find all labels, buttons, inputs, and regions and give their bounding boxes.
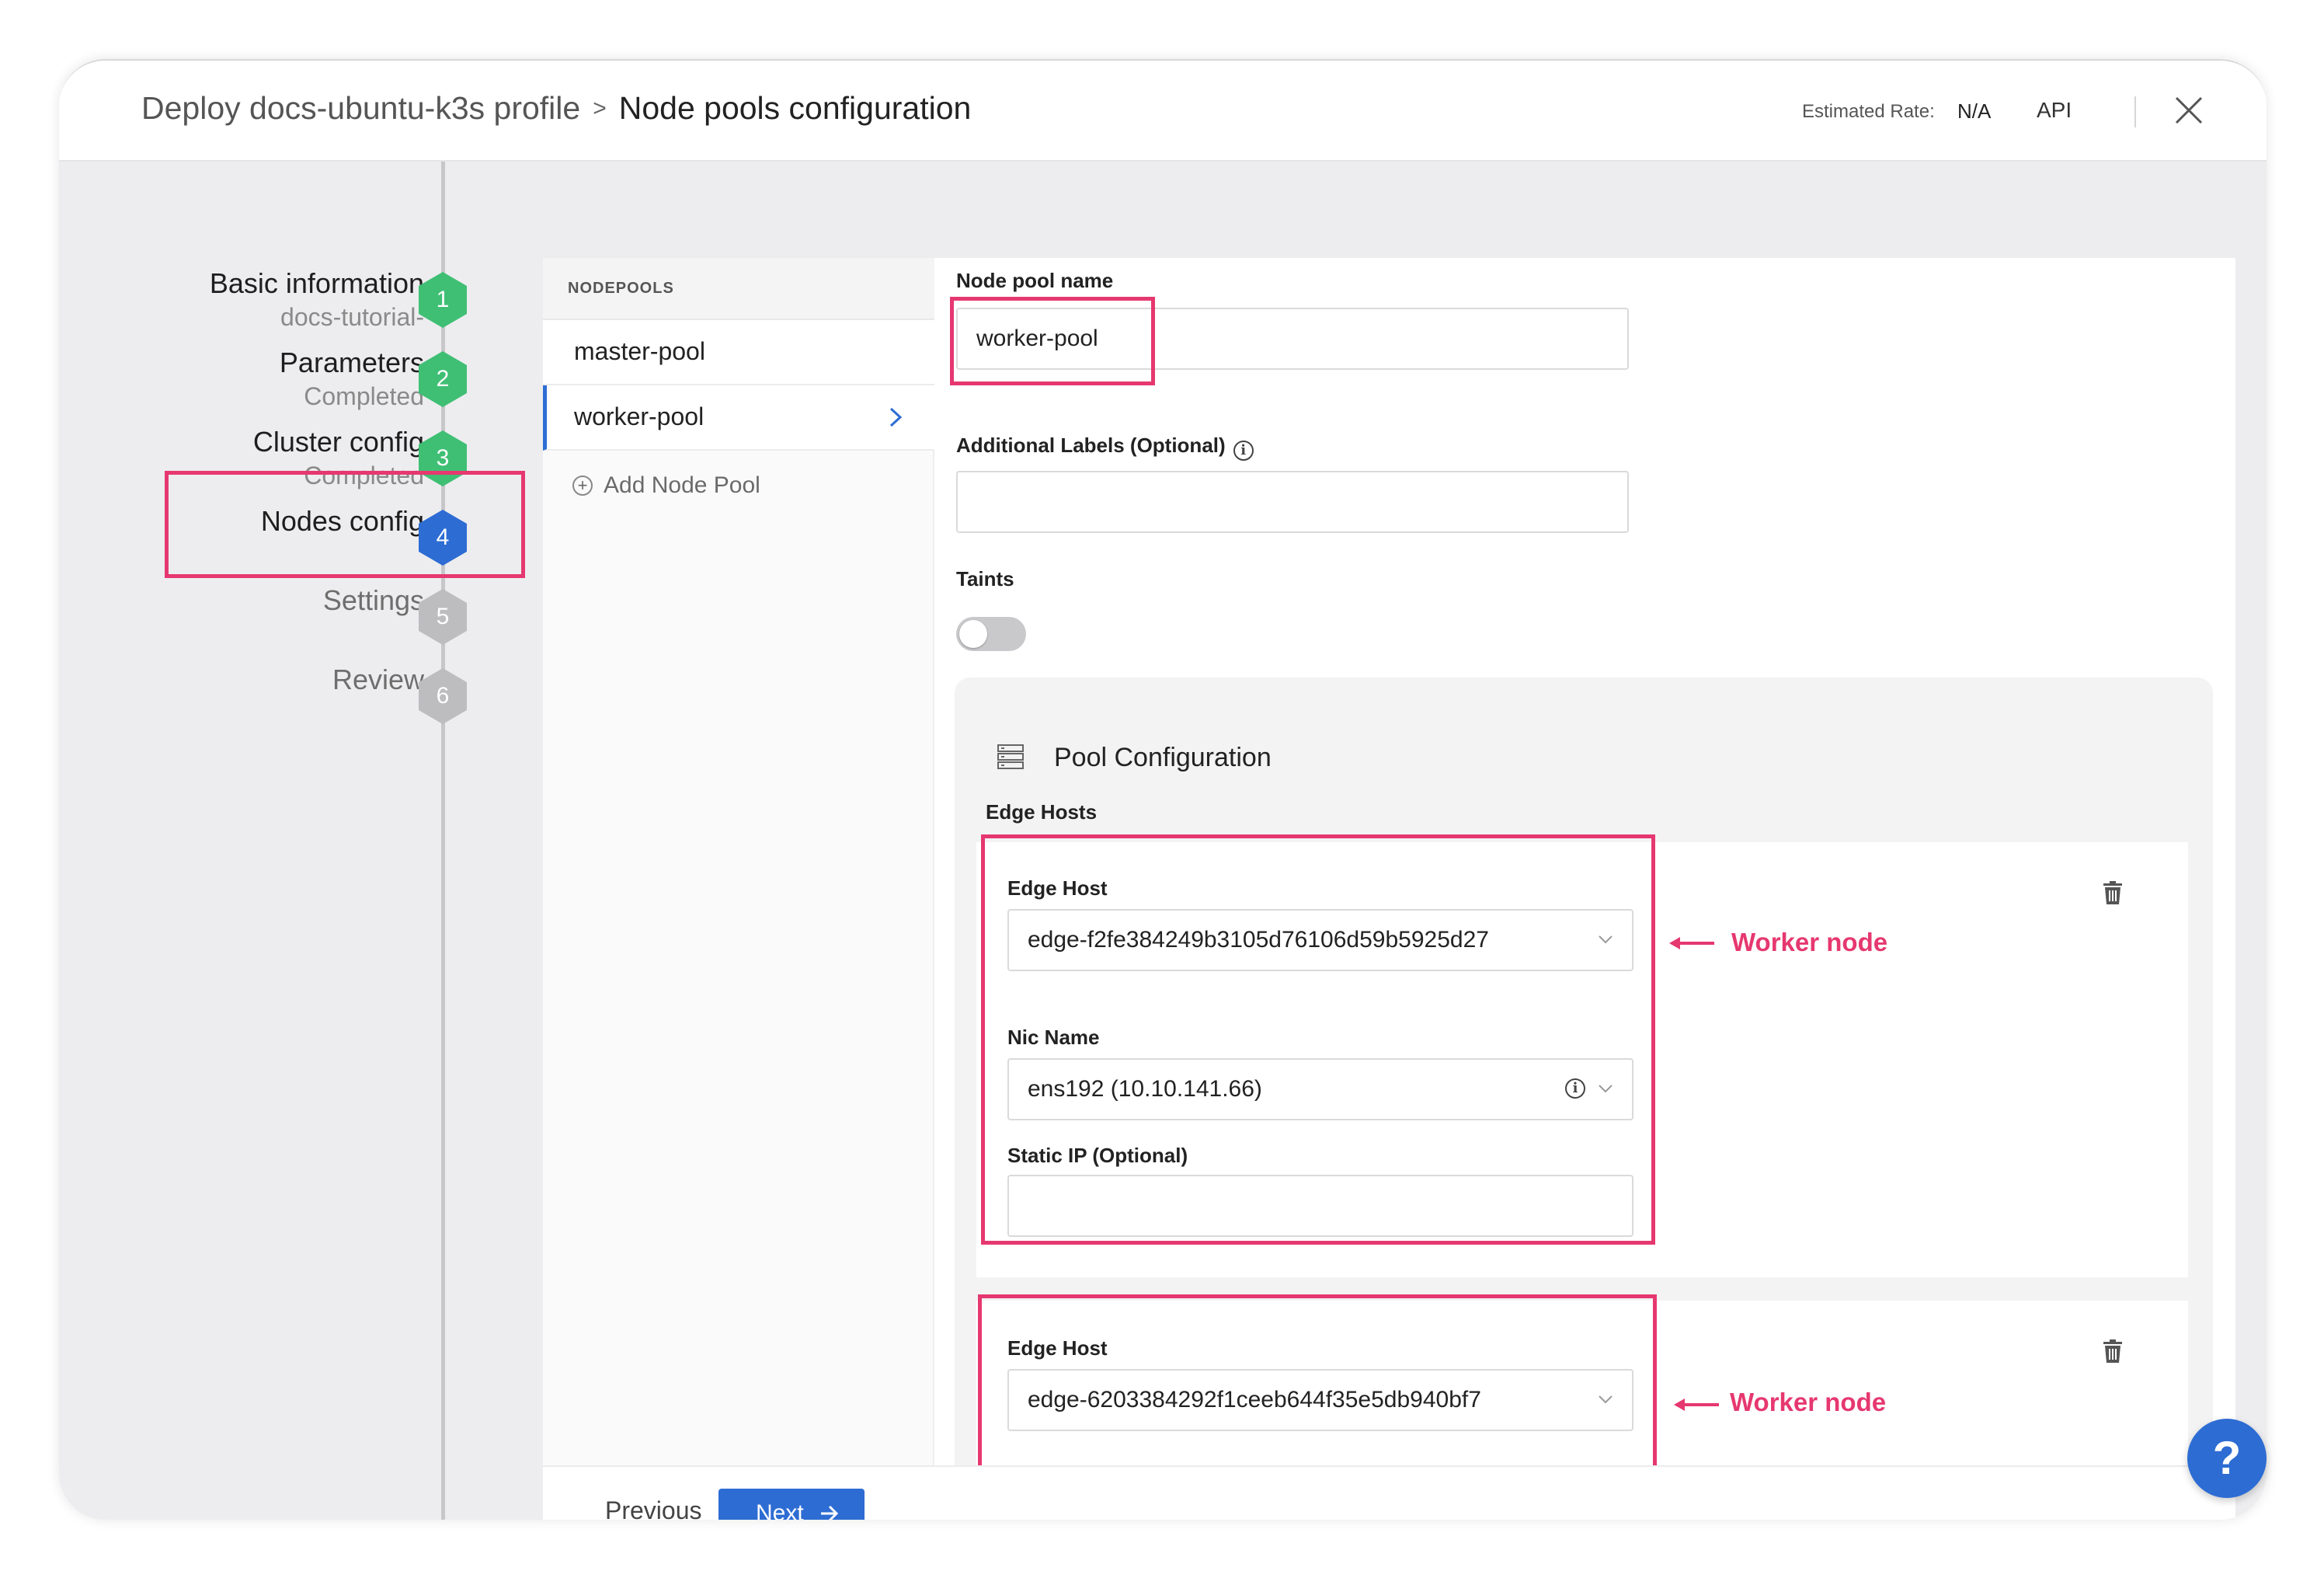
pool-configuration-title: Pool Configuration — [1054, 743, 1272, 772]
worker-node-highlight — [981, 834, 1655, 1245]
add-node-pool-label: Add Node Pool — [604, 472, 760, 498]
nodepool-item-master-pool[interactable]: master-pool — [543, 320, 934, 385]
breadcrumb-separator: > — [593, 96, 607, 121]
worker-node-highlight — [978, 1294, 1657, 1475]
additional-labels-label: Additional Labels (Optional) i — [956, 434, 1254, 461]
page-title: Node pools configuration — [618, 90, 972, 126]
trash-icon[interactable] — [2103, 881, 2123, 904]
pool-configuration-panel: Pool Configuration Edge Hosts Edge Host … — [955, 678, 2213, 1475]
next-button[interactable]: Next — [718, 1489, 865, 1520]
step-title: Review — [332, 664, 424, 695]
nodepools-heading: NODEPOOLS — [543, 258, 934, 320]
arrow-left-icon — [1669, 937, 1714, 949]
taints-label: Taints — [956, 567, 1014, 590]
step-badge: 5 — [419, 589, 467, 645]
worker-node-annotation: Worker node — [1730, 1388, 1887, 1416]
nodes-config-card: NODEPOOLS master-pool worker-pool + Add N… — [543, 258, 2235, 1520]
step-subtitle: Completed — [304, 382, 424, 410]
estimated-rate-value: N/A — [1957, 99, 1992, 123]
worker-node-annotation: Worker node — [1731, 928, 1888, 956]
taints-toggle[interactable] — [956, 617, 1026, 651]
additional-labels-input[interactable] — [956, 471, 1629, 533]
header-divider — [2134, 96, 2136, 127]
node-pool-name-label: Node pool name — [956, 269, 1114, 292]
step-badge: 1 — [419, 272, 467, 328]
nodepool-label: master-pool — [574, 337, 705, 365]
step-title: Settings — [322, 584, 424, 616]
trash-icon[interactable] — [2103, 1339, 2123, 1363]
close-icon[interactable] — [2172, 93, 2206, 127]
estimated-rate-label: Estimated Rate: — [1802, 101, 1935, 122]
breadcrumb-parent[interactable]: Deploy docs-ubuntu-k3s profile — [141, 90, 580, 126]
nodepool-item-worker-pool[interactable]: worker-pool — [543, 385, 934, 451]
nodepool-label: worker-pool — [574, 402, 705, 430]
info-icon[interactable]: i — [1233, 441, 1254, 461]
step-badge: 6 — [419, 668, 467, 724]
wizard-body: Basic information docs-tutorial- 1 Param… — [59, 162, 2267, 1520]
previous-button[interactable]: Previous — [605, 1496, 702, 1520]
step-badge: 2 — [419, 351, 467, 407]
step-subtitle: docs-tutorial- — [280, 303, 424, 331]
help-button[interactable]: ? — [2187, 1419, 2267, 1498]
node-pool-name-highlight — [950, 297, 1155, 385]
breadcrumb: Deploy docs-ubuntu-k3s profile > Node pool… — [141, 90, 971, 127]
arrow-right-icon — [821, 1505, 839, 1520]
step-title: Basic information — [209, 267, 424, 299]
arrow-left-icon — [1674, 1399, 1719, 1411]
nodes-config-highlight — [165, 471, 525, 578]
api-button[interactable]: API — [2037, 98, 2072, 123]
server-icon — [997, 744, 1024, 769]
plus-circle-icon: + — [572, 475, 593, 496]
step-title: Parameters — [279, 347, 424, 378]
top-bar: Deploy docs-ubuntu-k3s profile > Node pool… — [59, 59, 2267, 162]
nodepools-list: NODEPOOLS master-pool worker-pool + Add N… — [543, 258, 934, 1465]
wizard-footer: Previous Next — [543, 1465, 2235, 1520]
add-node-pool-button[interactable]: + Add Node Pool — [572, 472, 760, 499]
toggle-knob — [959, 620, 987, 648]
edge-hosts-label: Edge Hosts — [986, 800, 1098, 824]
deploy-cluster-window: Deploy docs-ubuntu-k3s profile > Node pool… — [59, 59, 2267, 1520]
chevron-right-icon — [889, 407, 903, 427]
step-title: Cluster config — [252, 426, 424, 458]
